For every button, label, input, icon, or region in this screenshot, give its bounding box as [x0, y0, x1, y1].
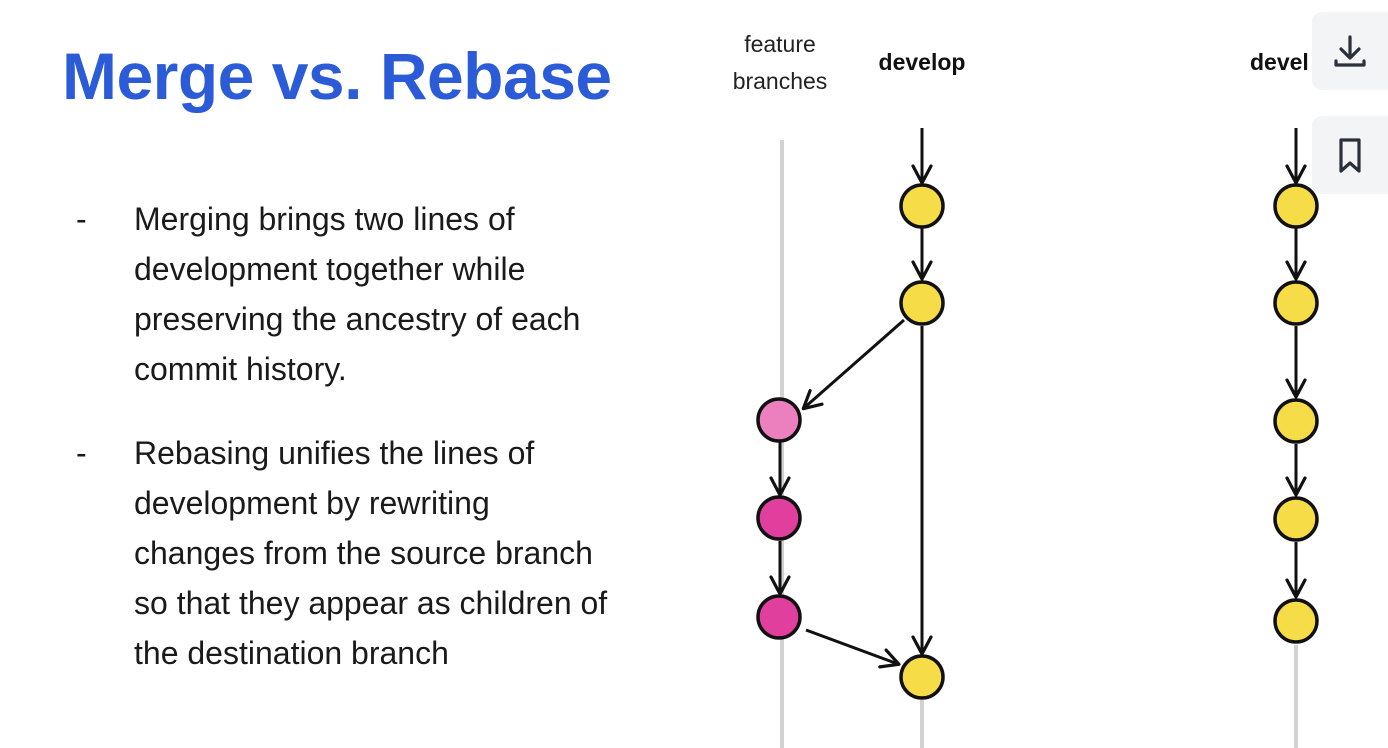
feature-commit — [756, 397, 802, 443]
slide: Merge vs. Rebase - Merging brings two li… — [0, 0, 1388, 748]
label-feature-branches-line1: feature — [744, 31, 816, 57]
bullet-marker: - — [76, 435, 87, 471]
bullet-item-rebase: - Rebasing unifies the lines of developm… — [76, 428, 676, 678]
bookmark-button[interactable] — [1312, 116, 1388, 194]
label-develop: develop — [879, 49, 966, 75]
git-branch-diagram: feature branches develop devel — [733, 31, 1319, 748]
bookmark-icon — [1339, 138, 1361, 173]
slide-title: Merge vs. Rebase — [62, 39, 612, 113]
bullet-item-merge: - Merging brings two lines of developmen… — [76, 194, 676, 394]
bullet-line: Merging brings two lines of — [134, 201, 515, 237]
branch-arrow — [801, 318, 905, 411]
label-develop-cropped: devel — [1250, 49, 1309, 75]
bullet-marker: - — [76, 201, 87, 237]
bullet-line: development by rewriting — [134, 485, 490, 521]
feature-commit — [756, 594, 802, 640]
develop-commit — [1273, 280, 1319, 326]
label-feature-branches-line2: branches — [733, 68, 828, 94]
bullet-list: - Merging brings two lines of developmen… — [76, 194, 676, 712]
bullet-text-rebase: Rebasing unifies the lines of developmen… — [134, 428, 607, 678]
bullet-line: development together while — [134, 251, 526, 287]
bullet-text-merge: Merging brings two lines of development … — [134, 194, 580, 394]
develop-commit — [1273, 598, 1319, 644]
rebase-graph — [1273, 128, 1319, 748]
bullet-line: Rebasing unifies the lines of — [134, 435, 535, 471]
develop-commit — [1273, 183, 1319, 229]
develop-commit — [899, 183, 945, 229]
feature-commit — [756, 495, 802, 541]
develop-commit — [1273, 398, 1319, 444]
download-button[interactable] — [1312, 12, 1388, 90]
merge-graph — [756, 128, 945, 748]
merge-arrow — [805, 628, 901, 669]
develop-commit — [899, 280, 945, 326]
bullet-line: commit history. — [134, 351, 347, 387]
develop-commit — [1273, 496, 1319, 542]
download-icon — [1334, 35, 1366, 67]
bullet-line: so that they appear as children of — [134, 585, 608, 621]
merge-commit — [899, 654, 945, 700]
bullet-line: preserving the ancestry of each — [134, 301, 581, 337]
bullet-line: the destination branch — [134, 635, 449, 671]
bullet-line: changes from the source branch — [134, 535, 593, 571]
